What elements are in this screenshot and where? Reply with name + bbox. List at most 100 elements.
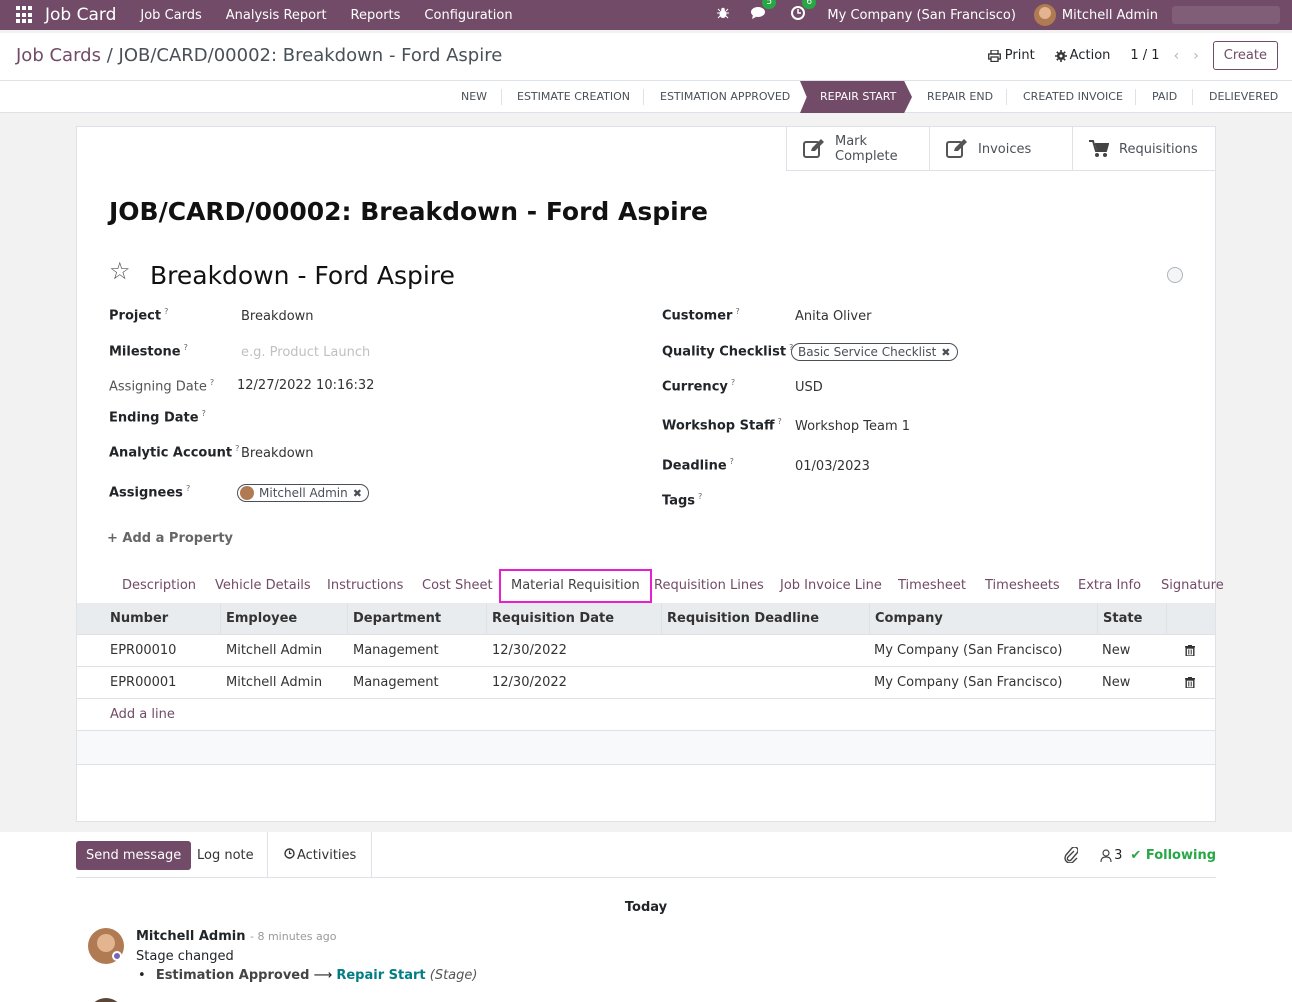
breadcrumb-separator: / <box>106 45 113 66</box>
apps-menu-icon[interactable] <box>16 6 34 24</box>
activities-clock-icon[interactable]: 6 <box>791 0 817 24</box>
mark-complete-button[interactable]: Mark Complete <box>786 127 929 171</box>
message-author-avatar[interactable] <box>88 998 124 1002</box>
stage-estimation-approved[interactable]: ESTIMATION APPROVED <box>660 81 790 113</box>
tab-signature[interactable]: Signature <box>1161 569 1224 603</box>
deadline-field[interactable]: 01/03/2023 <box>795 459 870 474</box>
send-message-button[interactable]: Send message <box>76 841 192 870</box>
col-requisition-deadline[interactable]: Requisition Deadline <box>667 603 819 635</box>
currency-label: Currency? <box>662 378 736 395</box>
stage-separator <box>643 89 644 105</box>
tab-job-invoice-line[interactable]: Job Invoice Line <box>780 569 882 603</box>
stage-created-invoice[interactable]: CREATED INVOICE <box>1023 81 1123 113</box>
table-row[interactable]: EPR00001 Mitchell Admin Management 12/30… <box>77 667 1215 699</box>
workshop-staff-field[interactable]: Workshop Team 1 <box>795 419 910 434</box>
analytic-account-field[interactable]: Breakdown <box>241 446 314 461</box>
remove-tag-icon[interactable]: ✖ <box>941 346 950 359</box>
add-property-button[interactable]: + Add a Property <box>107 531 233 546</box>
col-state[interactable]: State <box>1103 603 1142 635</box>
assigning-date-field[interactable]: 12/27/2022 10:16:32 <box>237 378 374 393</box>
pager-next-icon[interactable]: › <box>1193 48 1199 64</box>
stage-delievered[interactable]: DELIEVERED <box>1209 81 1278 113</box>
tab-extra-info[interactable]: Extra Info <box>1078 569 1141 603</box>
tab-vehicle-details[interactable]: Vehicle Details <box>215 569 311 603</box>
menu-analysis-report[interactable]: Analysis Report <box>226 8 327 23</box>
stage-repair-end[interactable]: REPAIR END <box>927 81 993 113</box>
kanban-state-icon[interactable] <box>1167 267 1183 283</box>
tab-material-requisition[interactable]: Material Requisition <box>499 569 652 603</box>
followers-button[interactable]: 3 <box>1100 848 1122 863</box>
menu-reports[interactable]: Reports <box>351 8 401 23</box>
col-employee[interactable]: Employee <box>226 603 297 635</box>
company-switcher[interactable]: My Company (San Francisco) <box>827 8 1015 23</box>
pager-value[interactable]: 1 / 1 <box>1130 48 1159 63</box>
log-note-button[interactable]: Log note <box>197 848 254 863</box>
currency-field[interactable]: USD <box>795 380 823 395</box>
customer-field[interactable]: Anita Oliver <box>795 309 871 324</box>
customer-label: Customer? <box>662 307 740 324</box>
invoices-button[interactable]: Invoices <box>929 127 1072 171</box>
breadcrumb-job-cards[interactable]: Job Cards <box>16 45 101 66</box>
activities-button[interactable]: Activities <box>284 848 356 863</box>
action-button[interactable]: Action <box>1054 48 1110 63</box>
stage-estimate-creation[interactable]: ESTIMATE CREATION <box>517 81 630 113</box>
col-company[interactable]: Company <box>875 603 943 635</box>
tags-label: Tags? <box>662 492 703 509</box>
trash-icon[interactable] <box>1185 645 1195 656</box>
tab-timesheet[interactable]: Timesheet <box>898 569 966 603</box>
project-field[interactable]: Breakdown <box>241 309 314 324</box>
gear-icon <box>1054 49 1067 62</box>
stage-separator <box>1135 89 1136 105</box>
following-button[interactable]: ✔ Following <box>1130 848 1216 863</box>
tab-description[interactable]: Description <box>122 569 196 603</box>
record-name-field[interactable]: Breakdown - Ford Aspire <box>150 261 455 290</box>
tab-timesheets[interactable]: Timesheets <box>985 569 1060 603</box>
paperclip-icon[interactable] <box>1064 847 1079 863</box>
stage-separator <box>501 89 502 105</box>
col-number[interactable]: Number <box>110 603 168 635</box>
menu-configuration[interactable]: Configuration <box>424 8 512 23</box>
col-requisition-date[interactable]: Requisition Date <box>492 603 614 635</box>
edit-icon <box>803 139 824 158</box>
stage-paid[interactable]: PAID <box>1152 81 1177 113</box>
tab-requisition-lines[interactable]: Requisition Lines <box>654 569 764 603</box>
requisitions-button[interactable]: Requisitions <box>1072 127 1215 171</box>
stage-repair-start[interactable]: REPAIR START <box>800 81 912 113</box>
assignee-tag[interactable]: Mitchell Admin ✖ <box>237 484 369 502</box>
online-status-icon <box>112 951 122 961</box>
tab-cost-sheet[interactable]: Cost Sheet <box>422 569 493 603</box>
workshop-staff-label: Workshop Staff? <box>662 417 782 434</box>
stage-new[interactable]: NEW <box>461 81 487 113</box>
assigning-date-label: Assigning Date? <box>109 378 215 395</box>
date-separator: Today <box>624 900 668 915</box>
print-button[interactable]: Print <box>987 48 1035 63</box>
create-button[interactable]: Create <box>1212 41 1278 70</box>
app-name[interactable]: Job Card <box>45 5 116 25</box>
stage-statusbar: NEW ESTIMATE CREATION ESTIMATION APPROVE… <box>0 81 1292 113</box>
message-author: Mitchell Admin - 8 minutes ago <box>136 929 337 944</box>
milestone-field[interactable]: e.g. Product Launch <box>241 345 370 360</box>
star-icon[interactable]: ☆ <box>109 257 131 285</box>
user-menu[interactable]: Mitchell Admin <box>1033 4 1158 26</box>
cart-icon <box>1089 140 1109 157</box>
pager-prev-icon[interactable]: ‹ <box>1174 48 1180 64</box>
record-title: JOB/CARD/00002: Breakdown - Ford Aspire <box>109 197 708 226</box>
assignee-avatar <box>240 486 254 500</box>
table-row[interactable]: EPR00010 Mitchell Admin Management 12/30… <box>77 635 1215 667</box>
quality-checklist-label: Quality Checklist? <box>662 343 794 360</box>
deadline-label: Deadline? <box>662 457 734 474</box>
bug-icon[interactable] <box>717 7 730 23</box>
milestone-label: Milestone? <box>109 343 188 360</box>
tab-instructions[interactable]: Instructions <box>327 569 403 603</box>
messages-icon[interactable]: 5 <box>751 0 777 24</box>
add-line-button[interactable]: Add a line <box>77 699 1215 731</box>
col-department[interactable]: Department <box>353 603 441 635</box>
notebook-tabs: Description Vehicle Details Instructions… <box>77 569 1224 603</box>
remove-tag-icon[interactable]: ✖ <box>353 487 362 500</box>
trash-icon[interactable] <box>1185 677 1195 688</box>
breadcrumb: Job Cards / JOB/CARD/00002: Breakdown - … <box>16 45 502 66</box>
message-time: - 8 minutes ago <box>249 930 337 943</box>
quality-checklist-tag[interactable]: Basic Service Checklist ✖ <box>791 343 958 361</box>
message-body: Stage changed <box>136 949 234 964</box>
menu-job-cards[interactable]: Job Cards <box>140 8 201 23</box>
